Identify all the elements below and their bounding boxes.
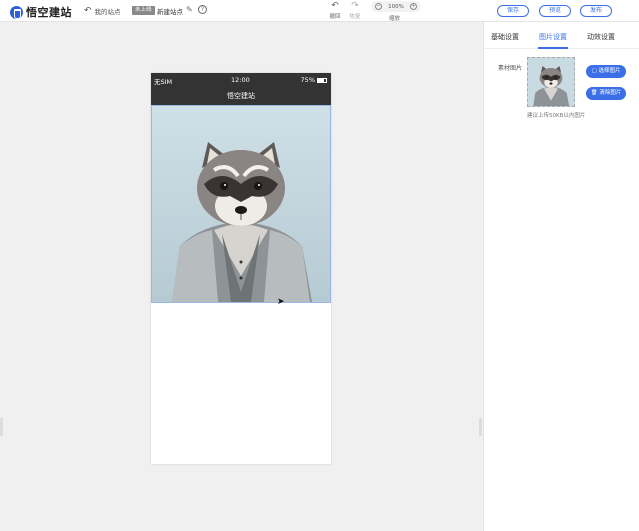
raccoon-image-component[interactable] bbox=[151, 105, 331, 303]
zoom-value: 100% bbox=[388, 3, 404, 10]
right-panel-handle[interactable] bbox=[479, 418, 482, 436]
clear-image-button[interactable]: 🗑 清除图片 bbox=[586, 87, 626, 100]
clear-image-label: 清除图片 bbox=[599, 90, 622, 96]
undo-button[interactable]: ↶ 撤回 bbox=[328, 1, 342, 20]
undo-icon: ↶ bbox=[331, 1, 339, 11]
phone-nav-title: 悟空建站 bbox=[151, 88, 331, 105]
tab-basic-settings[interactable]: 基础设置 bbox=[491, 32, 519, 42]
battery-text: 75% bbox=[300, 76, 315, 84]
left-panel-handle[interactable] bbox=[0, 418, 3, 436]
top-toolbar: 悟空建站 ↶ 我的站点 未上线 新建站点 ✎ ? ↶ 撤回 ↷ 恢复 − 100… bbox=[0, 0, 639, 22]
help-icon[interactable]: ? bbox=[198, 5, 207, 14]
logo-icon bbox=[10, 5, 23, 19]
preview-button[interactable]: 预览 bbox=[539, 5, 571, 17]
status-badge: 未上线 bbox=[132, 6, 155, 15]
pencil-icon[interactable]: ✎ bbox=[186, 5, 193, 14]
back-to-my-sites-link[interactable]: ↶ 我的站点 bbox=[84, 6, 121, 16]
redo-label: 恢复 bbox=[349, 14, 361, 20]
zoom-label: 缩放 bbox=[389, 16, 401, 22]
battery-status: 75% bbox=[301, 76, 327, 84]
trash-icon: 🗑 bbox=[590, 90, 598, 96]
active-tab-indicator bbox=[538, 47, 568, 49]
settings-panel: 基础设置 图片设置 动效设置 素材图片 ▢ 选择图片 🗑 清除图片 建议上传50… bbox=[483, 22, 639, 531]
material-image-thumbnail[interactable] bbox=[527, 57, 575, 107]
zoom-in-icon[interactable]: + bbox=[409, 3, 417, 10]
tab-animation-settings[interactable]: 动效设置 bbox=[587, 32, 615, 42]
raccoon-thumbnail-image bbox=[528, 58, 574, 106]
choose-image-button[interactable]: ▢ 选择图片 bbox=[586, 65, 626, 78]
publish-button[interactable]: 发布 bbox=[580, 5, 612, 17]
carrier-text: 无SIM bbox=[154, 78, 173, 86]
cursor-icon: ➤ bbox=[277, 297, 285, 307]
site-name: 新建站点 bbox=[157, 8, 183, 16]
phone-preview: 无SIM 12:00 75% 悟空建站 bbox=[151, 73, 331, 464]
redo-button[interactable]: ↷ 恢复 bbox=[348, 1, 362, 20]
logo: 悟空建站 bbox=[10, 4, 72, 20]
battery-icon bbox=[317, 77, 327, 83]
choose-image-label: 选择图片 bbox=[598, 68, 621, 74]
back-link-label: 我的站点 bbox=[94, 8, 121, 16]
image-icon: ▢ bbox=[591, 68, 597, 74]
save-button[interactable]: 保存 bbox=[497, 5, 529, 17]
zoom-control: − 100% + bbox=[371, 1, 421, 12]
clock-text: 12:00 bbox=[231, 76, 250, 84]
logo-text: 悟空建站 bbox=[26, 6, 72, 19]
undo-label: 撤回 bbox=[329, 14, 341, 20]
raccoon-image bbox=[152, 106, 330, 302]
phone-status-bar: 无SIM 12:00 75% bbox=[151, 73, 331, 88]
zoom-out-icon[interactable]: − bbox=[375, 3, 382, 10]
settings-tabs: 基础设置 图片设置 动效设置 bbox=[484, 22, 639, 49]
back-arrow-icon: ↶ bbox=[84, 5, 92, 16]
redo-icon: ↷ bbox=[351, 1, 359, 11]
tab-image-settings[interactable]: 图片设置 bbox=[539, 32, 567, 42]
material-image-label: 素材图片 bbox=[498, 65, 523, 72]
upload-hint: 建议上传50KB以内图片 bbox=[527, 113, 586, 119]
